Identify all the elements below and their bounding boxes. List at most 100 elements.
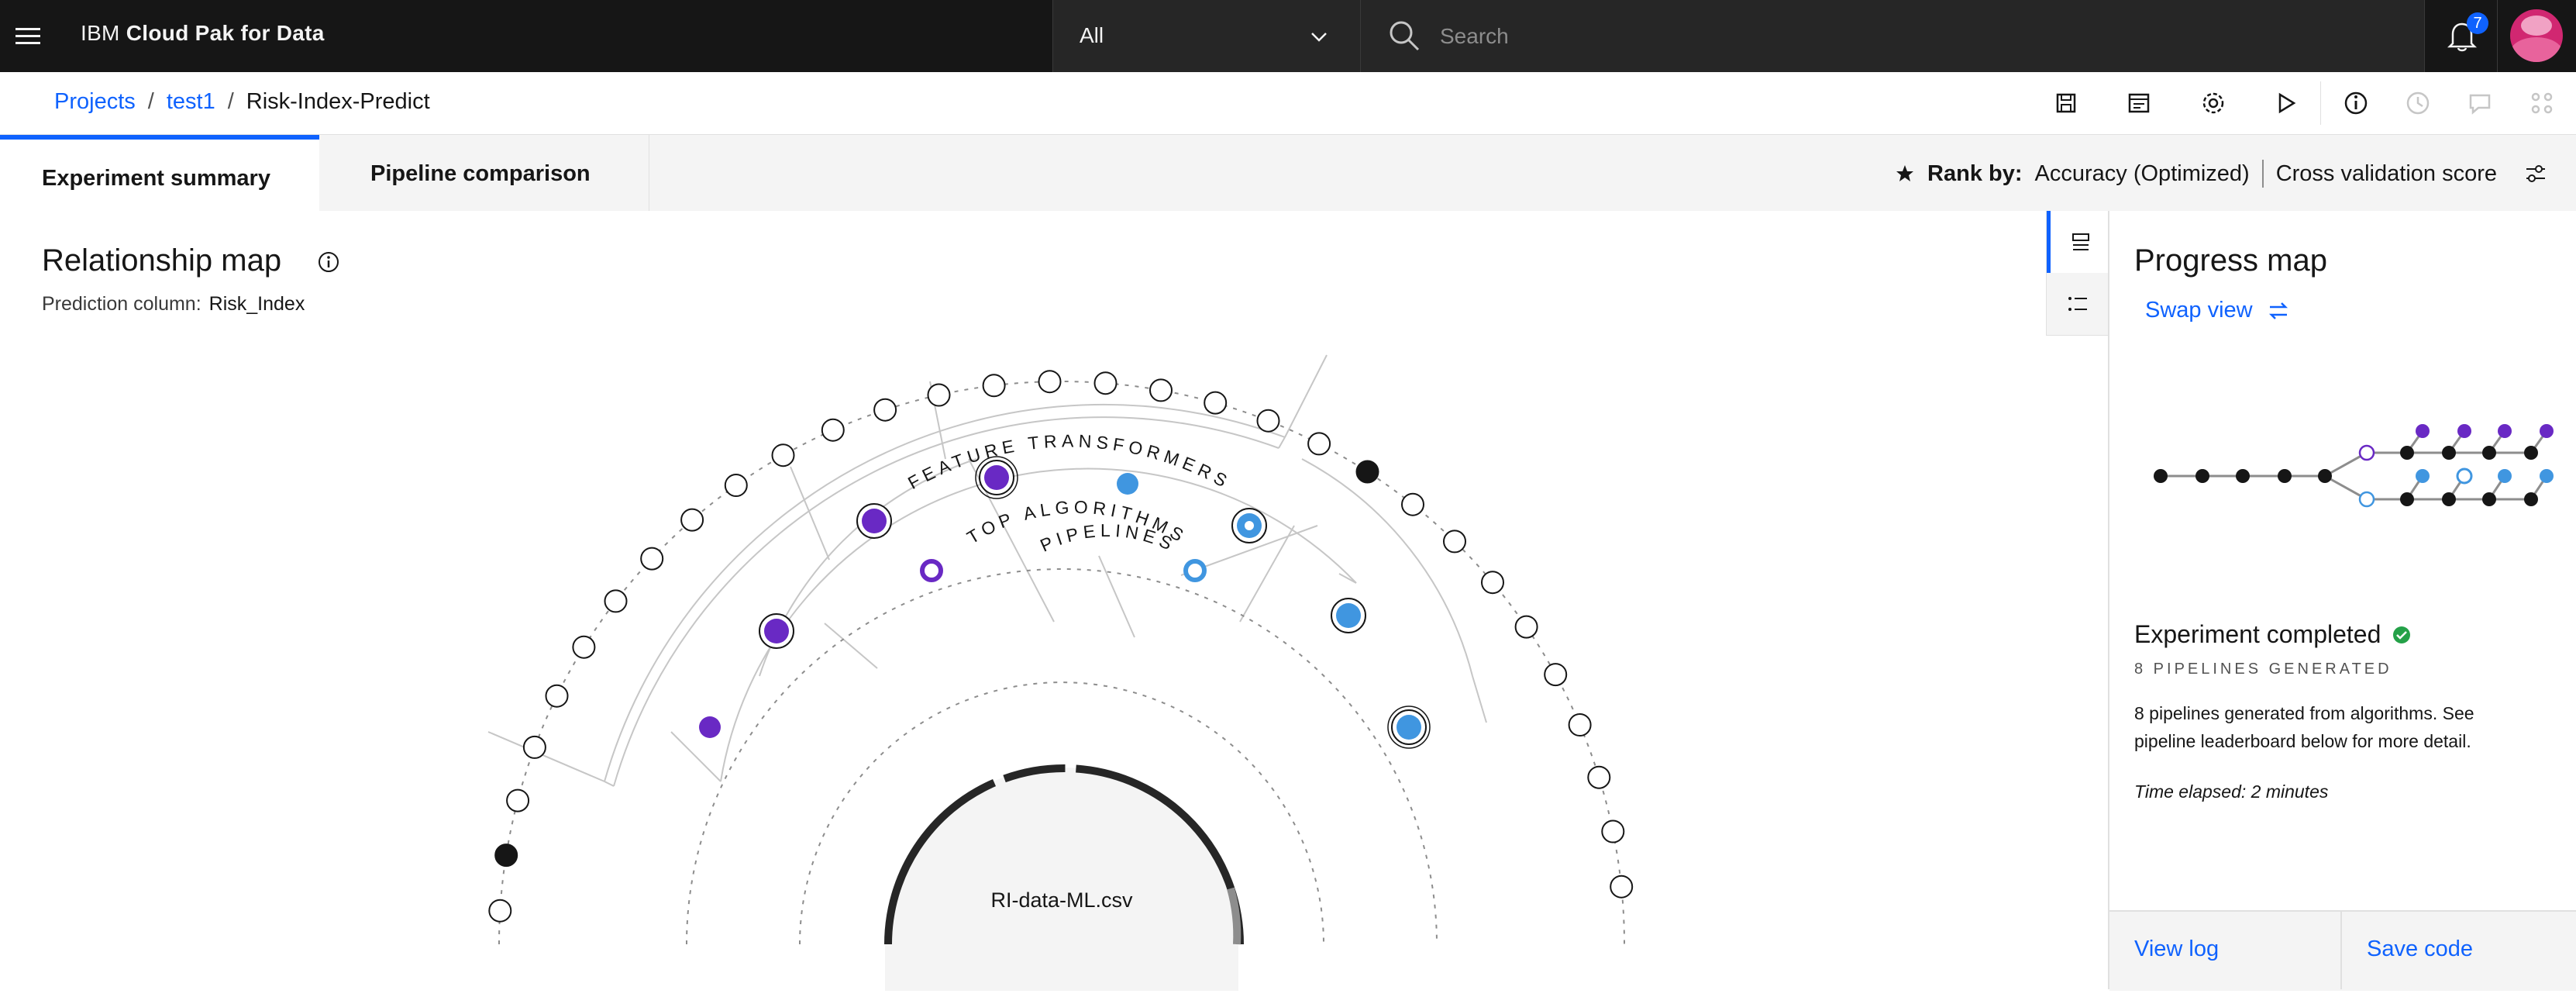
scope-value: All (1080, 23, 1104, 47)
feature-transformer-node[interactable] (1601, 819, 1625, 843)
algorithm-node[interactable] (920, 559, 943, 582)
feature-transformer-node[interactable] (506, 788, 530, 812)
tab-pipeline-comparison[interactable]: Pipeline comparison (319, 135, 649, 211)
menu-icon[interactable] (14, 22, 43, 51)
feature-transformer-node[interactable] (1401, 492, 1424, 516)
search-input[interactable] (1438, 17, 2371, 56)
pipeline-node[interactable] (1117, 473, 1138, 495)
feature-transformer-node[interactable] (1568, 713, 1592, 737)
connector-lines (487, 354, 1487, 787)
feature-transformer-node[interactable] (927, 383, 951, 407)
chevron-down-icon (1311, 33, 1327, 42)
progress-map-title: Progress map (2134, 243, 2327, 278)
relationship-map-chart: FEATURE TRANSFORMERS PIPELINES TOP ALGOR… (487, 354, 1634, 991)
tab-label: Pipeline comparison (370, 161, 591, 186)
save-icon[interactable] (2051, 88, 2082, 119)
feature-transformer-node[interactable] (1514, 615, 1538, 639)
info-icon[interactable] (2340, 88, 2371, 119)
pipeline-node[interactable] (1336, 603, 1361, 628)
swap-view-label: Swap view (2145, 298, 2253, 323)
feature-transformer-node[interactable] (1481, 571, 1504, 595)
checkmark-icon (2393, 626, 2411, 643)
feature-transformer-node[interactable] (572, 635, 596, 659)
brand-name: Cloud Pak for Data (126, 21, 325, 45)
sliders-icon[interactable] (2520, 158, 2551, 189)
scope-dropdown[interactable]: All (1052, 0, 1361, 72)
feature-transformer-node[interactable] (1149, 378, 1173, 402)
avatar[interactable] (2510, 9, 2563, 62)
notifications-button[interactable]: 7 (2424, 0, 2497, 72)
feature-transformer-node[interactable] (680, 508, 704, 532)
brand-title[interactable]: IBM Cloud Pak for Data (81, 21, 325, 46)
feature-transformer-node[interactable] (545, 684, 569, 708)
pipeline-node[interactable] (764, 619, 789, 643)
pipeline-node[interactable] (1396, 715, 1421, 740)
swap-view-link[interactable]: Swap view (2145, 298, 2290, 323)
feature-transformer-node[interactable] (771, 443, 795, 467)
rank-score[interactable]: Cross validation score (2276, 161, 2497, 187)
search-bar (1361, 0, 2424, 72)
search-icon[interactable] (1387, 19, 1421, 53)
save-code-button[interactable]: Save code (2342, 912, 2574, 989)
dataset-hub[interactable] (885, 768, 1238, 991)
breadcrumb-projects[interactable]: Projects (54, 89, 136, 114)
breadcrumb-separator: / (147, 89, 154, 114)
prediction-value: Risk_Index (208, 293, 305, 315)
feature-transformer-node[interactable] (1307, 432, 1331, 456)
feature-transformer-node[interactable] (1093, 371, 1118, 395)
tab-experiment-summary[interactable]: Experiment summary (0, 135, 319, 211)
feature-transformer-node[interactable] (604, 589, 628, 613)
progress-description: 8 pipelines generated from algorithms. S… (2134, 703, 2474, 751)
list-view-button[interactable] (2047, 273, 2109, 335)
notebook-icon[interactable] (2123, 88, 2154, 119)
toolbar-divider (2320, 81, 2321, 125)
breadcrumb-project[interactable]: test1 (167, 89, 215, 114)
comment-icon[interactable] (2464, 88, 2495, 119)
feature-transformer-node[interactable] (873, 398, 897, 422)
rank-metric[interactable]: Accuracy (Optimized) (2035, 161, 2250, 187)
pipeline-node[interactable] (699, 716, 721, 738)
swap-icon (2268, 302, 2288, 319)
run-icon[interactable] (2271, 88, 2302, 119)
save-code-label: Save code (2367, 937, 2474, 961)
feature-transformer-node[interactable] (640, 547, 664, 571)
top-nav-bar: IBM Cloud Pak for Data All 7 (0, 0, 2576, 72)
view-toggle (2046, 211, 2109, 336)
page-toolbar: Projects / test1 / Risk-Index-Predict (0, 72, 2576, 135)
tabs-bar: Experiment summary Pipeline comparison R… (0, 135, 2576, 212)
breadcrumb-separator: / (227, 89, 234, 114)
feature-transformer-node[interactable] (522, 735, 546, 759)
feature-transformer-node[interactable] (488, 899, 512, 923)
algorithm-node[interactable] (1183, 559, 1207, 582)
feature-transformer-node[interactable] (821, 418, 845, 442)
user-menu[interactable] (2497, 0, 2576, 72)
feature-transformer-node[interactable] (1544, 663, 1568, 687)
panel-actions: View log Save code (2109, 910, 2576, 991)
status-text: Experiment completed (2134, 620, 2381, 648)
info-icon[interactable] (316, 250, 341, 274)
feature-transformer-node[interactable] (1038, 370, 1062, 394)
prediction-column: Prediction column: Risk_Index (42, 293, 305, 316)
progress-panel: Progress map Swap view Experiment comple… (2108, 211, 2576, 991)
relationship-map-title: Relationship map (42, 243, 282, 278)
pipelines-generated: 8 PIPELINES GENERATED (2134, 661, 2392, 678)
feature-transformer-node[interactable] (1587, 765, 1611, 789)
settings-icon[interactable] (2198, 88, 2229, 119)
feature-transformer-node[interactable] (982, 374, 1006, 398)
breadcrumb: Projects / test1 / Risk-Index-Predict (54, 89, 430, 115)
view-log-button[interactable]: View log (2109, 912, 2342, 989)
pipeline-node-marker[interactable] (1245, 521, 1254, 530)
data-structure-icon[interactable] (2526, 88, 2557, 119)
pipeline-node[interactable] (862, 509, 887, 533)
history-icon[interactable] (2402, 88, 2433, 119)
feature-transformer-node[interactable] (724, 474, 748, 497)
feature-transformer-node[interactable] (1610, 875, 1634, 899)
feature-transformer-node[interactable] (1355, 460, 1379, 484)
prediction-label: Prediction column: (42, 293, 201, 315)
feature-transformer-node[interactable] (494, 843, 518, 868)
feature-transformer-node[interactable] (1256, 409, 1280, 433)
feature-transformer-node[interactable] (1204, 391, 1228, 415)
pipeline-node[interactable] (984, 465, 1009, 490)
map-view-button[interactable] (2047, 211, 2109, 273)
feature-transformer-node[interactable] (1443, 530, 1466, 554)
